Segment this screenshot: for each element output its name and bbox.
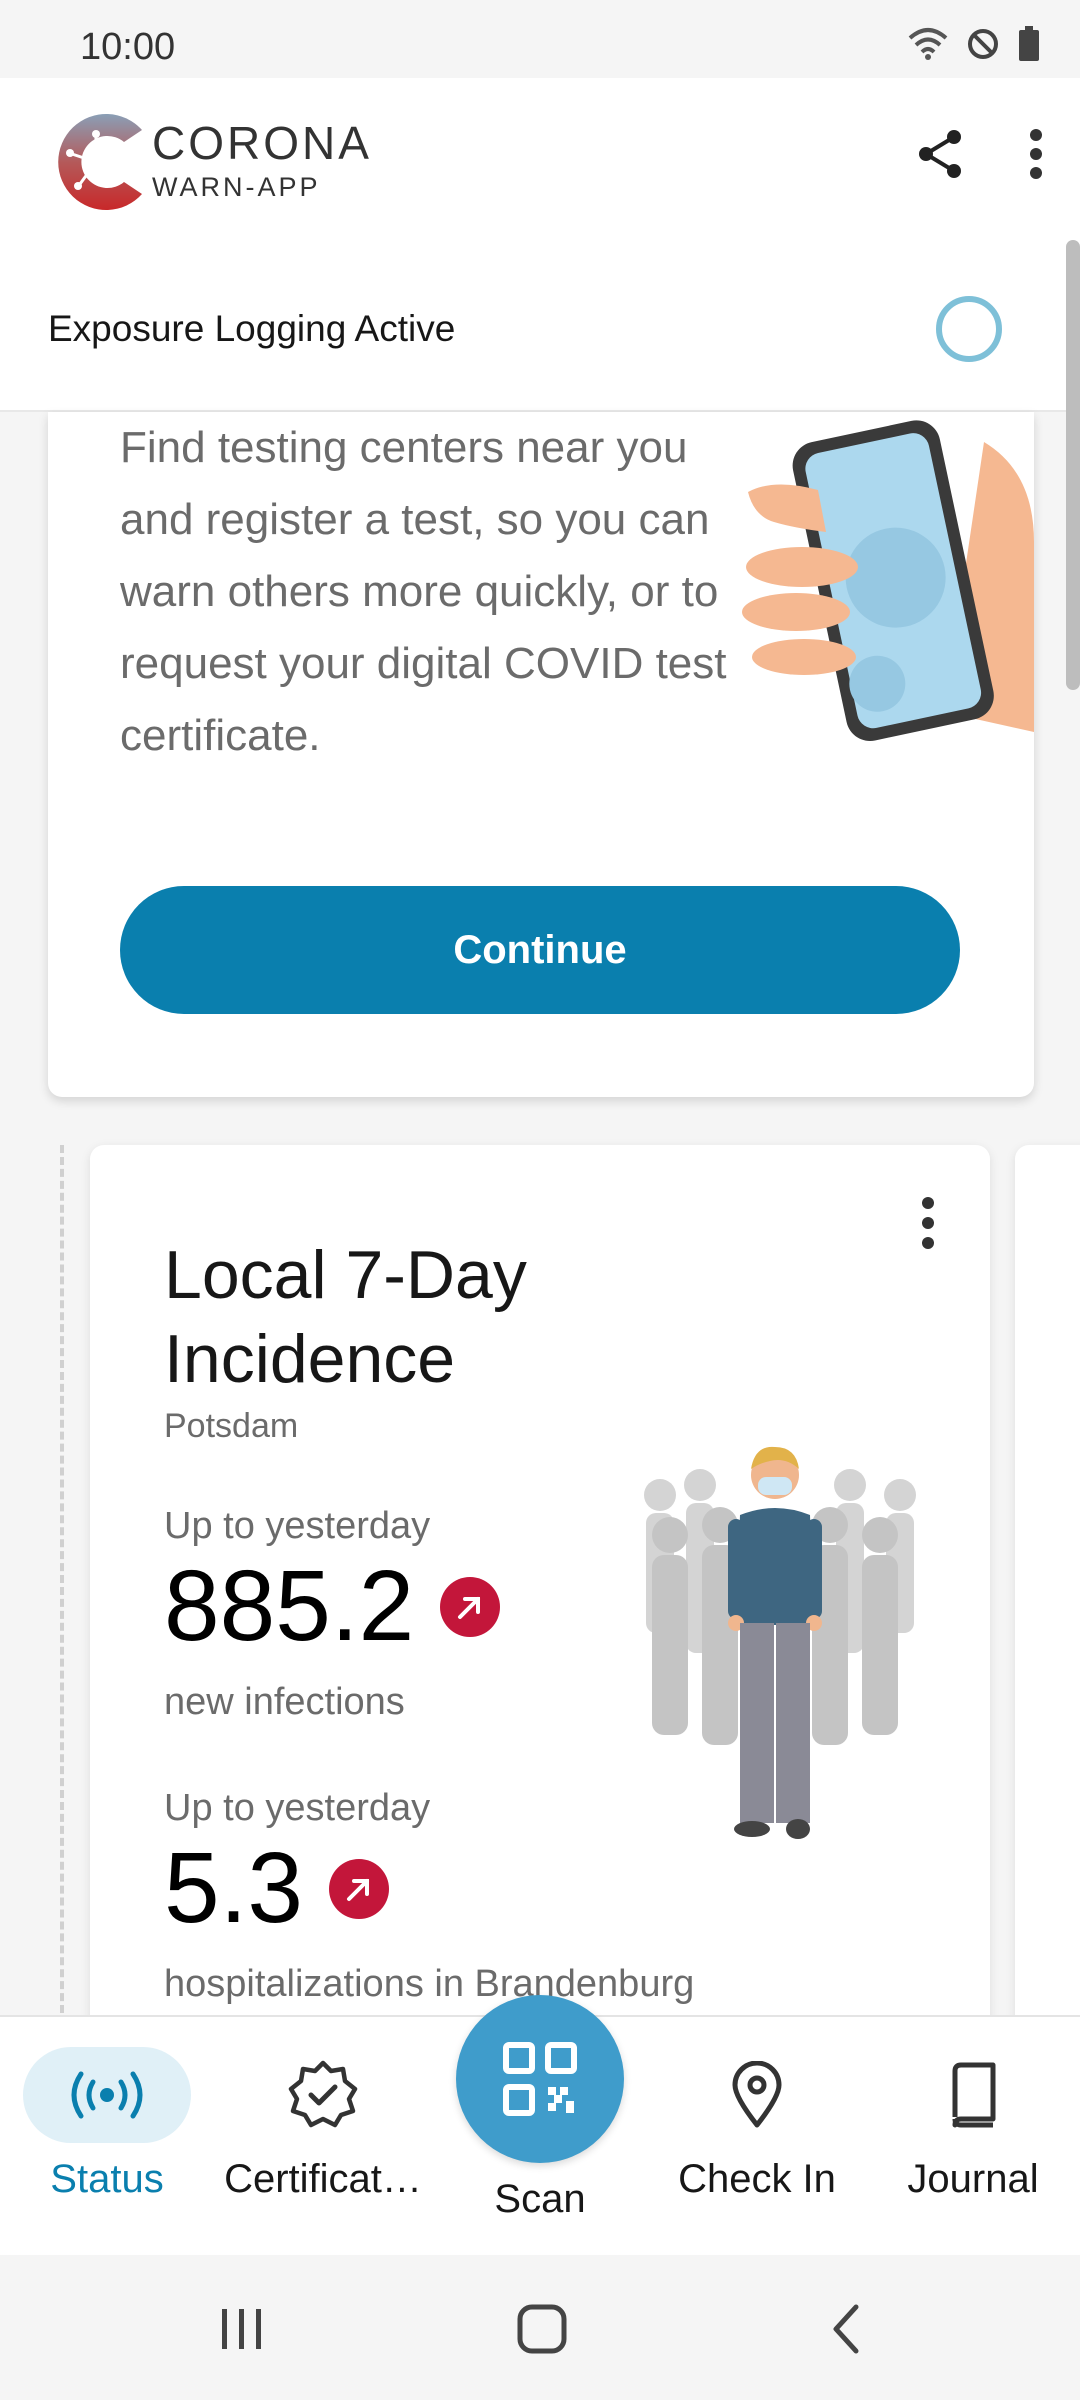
- wifi-icon: [908, 28, 948, 60]
- brand-wordmark: CORONA WARN-APP: [152, 116, 372, 203]
- nav-certificates-label: Certificat…: [224, 2157, 422, 2201]
- carousel-previous-placeholder: [0, 1145, 64, 2025]
- status-icons: [908, 26, 1040, 62]
- stat1-value: 885.2: [164, 1550, 415, 1662]
- incidence-location: Potsdam: [164, 1407, 299, 1445]
- test-card-body: Find testing centers near you and regist…: [120, 423, 727, 760]
- nav-journal-label: Journal: [907, 2157, 1039, 2201]
- stat2-label: Up to yesterday: [164, 1787, 431, 1829]
- corona-warn-app-logo: [58, 114, 142, 211]
- scrollbar[interactable]: [1066, 240, 1080, 690]
- card-more-icon[interactable]: [920, 1195, 936, 1251]
- nav-journal[interactable]: Journal: [868, 2047, 1078, 2202]
- nav-check-in-label: Check In: [678, 2157, 836, 2201]
- battery-icon: [1019, 26, 1039, 61]
- share-icon[interactable]: [916, 128, 964, 180]
- exposure-logging-bar[interactable]: Exposure Logging Active: [0, 240, 1080, 412]
- do-not-disturb-icon: [968, 29, 998, 59]
- trend-up-icon: [440, 1576, 501, 1637]
- nav-status[interactable]: Status: [2, 2047, 212, 2202]
- incidence-title: Local 7-Day Incidence: [164, 1237, 527, 1397]
- status-bar: 10:00: [0, 0, 1080, 78]
- stat2-row: 5.3: [164, 1831, 390, 1946]
- nav-certificates[interactable]: Certificat…: [218, 2047, 428, 2202]
- system-navigation-bar: [0, 2255, 1080, 2400]
- exposure-radar-icon: [71, 2071, 143, 2119]
- journal-book-icon: [952, 2062, 996, 2128]
- home-icon[interactable]: [512, 2301, 572, 2357]
- brand-line1: CORONA: [152, 117, 372, 169]
- scan-button[interactable]: [456, 1995, 624, 2163]
- exposure-status-label: Exposure Logging Active: [48, 308, 456, 349]
- stat1-label: Up to yesterday: [164, 1505, 431, 1547]
- exposure-active-indicator: [936, 296, 1002, 362]
- continue-button[interactable]: Continue: [120, 886, 960, 1014]
- app-bar: CORONA WARN-APP: [0, 78, 1080, 240]
- back-icon[interactable]: [818, 2301, 878, 2357]
- certificate-badge-icon: [288, 2060, 358, 2128]
- phone-in-hand-illustration: [742, 420, 1034, 741]
- stat1-row: 885.2: [164, 1549, 501, 1664]
- more-vert-icon[interactable]: [1028, 128, 1044, 180]
- carousel-next-card[interactable]: [1015, 1145, 1080, 2045]
- nav-scan-label[interactable]: Scan: [440, 2177, 640, 2222]
- status-time: 10:00: [80, 26, 176, 68]
- stat1-desc: new infections: [164, 1681, 405, 1723]
- brand-line2: WARN-APP: [152, 172, 321, 202]
- location-pin-icon: [732, 2061, 782, 2128]
- incidence-card[interactable]: Local 7-Day Incidence Potsdam Up to yest…: [90, 1145, 990, 2045]
- crowd-illustration: [644, 1446, 916, 1839]
- recent-apps-icon[interactable]: [212, 2301, 272, 2357]
- test-card: Find testing centers near you and regist…: [48, 412, 1034, 1097]
- nav-status-label: Status: [50, 2157, 164, 2201]
- nav-check-in[interactable]: Check In: [652, 2047, 862, 2202]
- trend-up-icon: [329, 1858, 390, 1919]
- qr-code-icon: [503, 2042, 577, 2116]
- stat2-value: 5.3: [164, 1832, 304, 1944]
- stat2-desc: hospitalizations in Brandenburg: [164, 1963, 695, 2005]
- bottom-navigation: Status Certificat… Scan Check In Journal: [0, 1995, 1080, 2255]
